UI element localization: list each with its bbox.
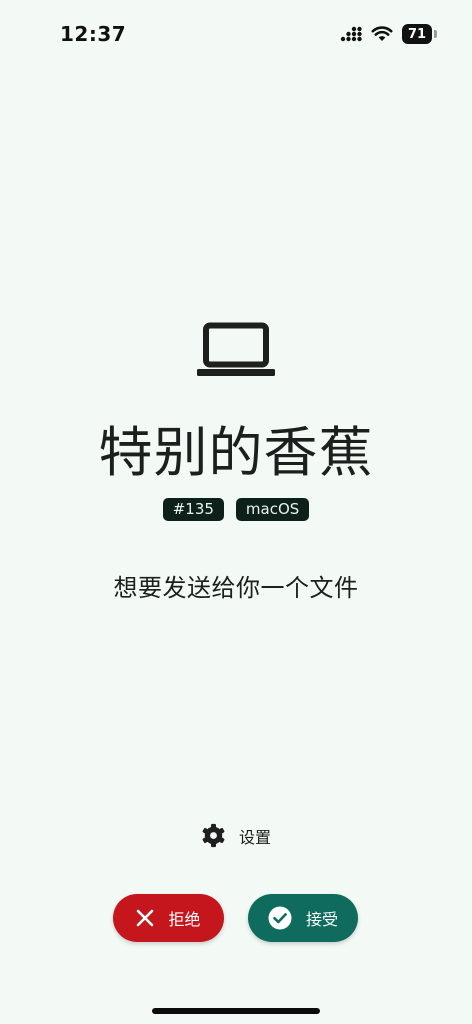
device-id-badge: #135 — [162, 498, 224, 521]
decline-label: 拒绝 — [168, 910, 201, 929]
home-indicator[interactable] — [152, 1008, 320, 1014]
status-bar: 12:37 71 — [0, 0, 472, 70]
laptop-icon — [197, 322, 275, 376]
decline-button[interactable]: 拒绝 — [113, 894, 224, 942]
status-time: 12:37 — [60, 22, 127, 46]
settings-label: 设置 — [239, 827, 272, 847]
check-circle-icon — [268, 906, 292, 930]
sender-device-name: 特别的香蕉 — [98, 421, 374, 484]
wifi-icon — [371, 26, 393, 41]
close-icon — [137, 909, 154, 927]
transfer-request-message: 想要发送给你一个文件 — [113, 574, 359, 602]
cellular-signal-icon — [340, 26, 362, 42]
battery-level: 71 — [407, 26, 427, 42]
status-icons: 71 — [340, 24, 437, 44]
device-os-badge: macOS — [235, 498, 310, 521]
settings-button[interactable]: 设置 — [201, 823, 271, 848]
battery-icon: 71 — [402, 24, 437, 44]
accept-label: 接受 — [305, 910, 338, 929]
accept-button[interactable]: 接受 — [248, 894, 358, 942]
gear-icon — [202, 823, 225, 848]
sender-badges: #135 macOS — [0, 498, 472, 521]
